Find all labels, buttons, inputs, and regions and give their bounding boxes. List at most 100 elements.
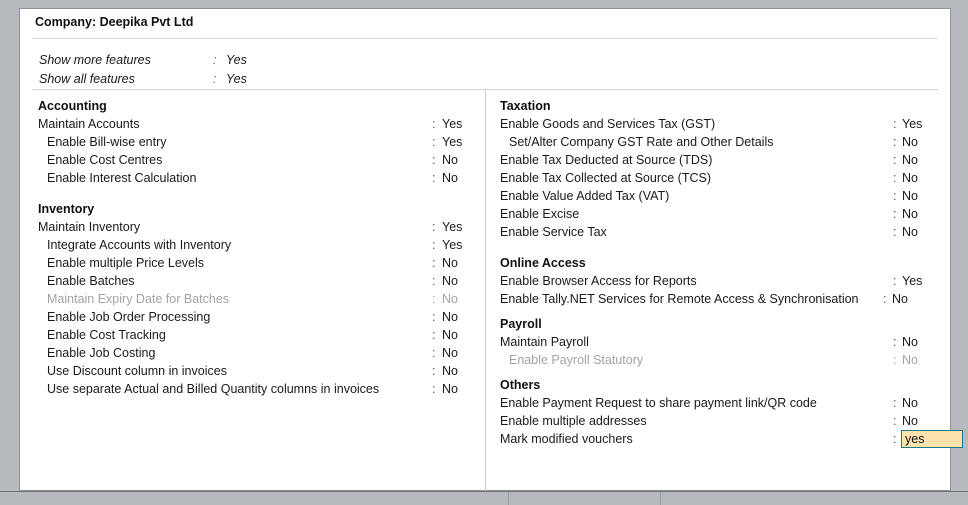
option-value[interactable]: No xyxy=(902,169,918,187)
option-separator: : xyxy=(432,135,436,149)
right-column: Taxation Enable Goods and Services Tax (G… xyxy=(500,97,963,448)
option-label: Enable Browser Access for Reports xyxy=(500,274,697,288)
option-separator: : xyxy=(432,220,436,234)
option-row-enable-service-tax[interactable]: Enable Service Tax: No xyxy=(500,223,942,241)
option-row-enable-tax-collected-at-source-tcs[interactable]: Enable Tax Collected at Source (TCS): No xyxy=(500,169,942,187)
option-label: Integrate Accounts with Inventory xyxy=(47,238,232,252)
option-value[interactable]: No xyxy=(442,272,458,290)
option-row-enable-tally-net-services-for-remote-access-synchronisation[interactable]: Enable Tally.NET Services for Remote Acc… xyxy=(500,290,942,308)
option-row-enable-multiple-addresses[interactable]: Enable multiple addresses: No xyxy=(500,412,942,430)
option-row-use-separate-actual-and-billed-quantity-columns-in-invoices[interactable]: Use separate Actual and Billed Quantity … xyxy=(38,380,480,398)
option-row-use-discount-column-in-invoices[interactable]: Use Discount column in invoices: No xyxy=(38,362,480,380)
option-row-enable-goods-and-services-tax-gst[interactable]: Enable Goods and Services Tax (GST): Yes xyxy=(500,115,942,133)
option-row-enable-value-added-tax-vat[interactable]: Enable Value Added Tax (VAT): No xyxy=(500,187,942,205)
option-label: Enable Tax Collected at Source (TCS) xyxy=(500,171,711,185)
option-label: Show more features xyxy=(39,53,151,67)
option-label: Enable multiple addresses xyxy=(500,414,647,428)
option-value[interactable]: No xyxy=(902,133,918,151)
option-label: Enable Cost Tracking xyxy=(47,328,166,342)
option-value[interactable]: No xyxy=(902,333,918,351)
option-value[interactable]: Yes xyxy=(442,115,462,133)
option-row-enable-payroll-statutory[interactable]: Enable Payroll Statutory: No xyxy=(500,351,942,369)
option-row-enable-cost-centres[interactable]: Enable Cost Centres: No xyxy=(38,151,480,169)
section-title-inventory: Inventory xyxy=(38,202,95,216)
option-label: Maintain Accounts xyxy=(38,117,140,131)
option-row-set-alter-company-gst-rate-and-other-details[interactable]: Set/Alter Company GST Rate and Other Det… xyxy=(500,133,942,151)
option-separator: : xyxy=(432,310,436,324)
option-label: Enable Payroll Statutory xyxy=(509,353,644,367)
option-row-enable-multiple-price-levels[interactable]: Enable multiple Price Levels: No xyxy=(38,254,480,272)
option-value[interactable]: Yes xyxy=(226,53,247,67)
option-row-enable-browser-access-for-reports[interactable]: Enable Browser Access for Reports: Yes xyxy=(500,272,942,290)
option-value[interactable]: No xyxy=(902,351,918,369)
option-row-maintain-accounts[interactable]: Maintain Accounts: Yes xyxy=(38,115,480,133)
section-title-others: Others xyxy=(500,378,541,392)
option-value[interactable]: No xyxy=(442,308,458,326)
option-row-enable-job-order-processing[interactable]: Enable Job Order Processing: No xyxy=(38,308,480,326)
option-value[interactable]: No xyxy=(902,223,918,241)
option-row-maintain-expiry-date-for-batches[interactable]: Maintain Expiry Date for Batches: No xyxy=(38,290,480,308)
option-value[interactable]: No xyxy=(442,254,458,272)
option-separator: : xyxy=(893,335,897,349)
option-row-mark-modified-vouchers[interactable]: Mark modified vouchers: yes xyxy=(500,430,963,448)
option-row-enable-interest-calculation[interactable]: Enable Interest Calculation: No xyxy=(38,169,480,187)
option-label: Enable Payment Request to share payment … xyxy=(500,396,817,410)
option-value-input[interactable]: yes xyxy=(901,430,963,448)
option-separator: : xyxy=(432,256,436,270)
option-label: Maintain Expiry Date for Batches xyxy=(47,292,230,306)
column-divider xyxy=(485,90,486,491)
status-bar-divider-2 xyxy=(660,492,661,505)
option-value[interactable]: No xyxy=(902,151,918,169)
option-separator: : xyxy=(213,53,217,67)
show-features-row-show-more-features[interactable]: Show more features: Yes xyxy=(39,53,439,72)
option-value[interactable]: No xyxy=(902,394,918,412)
option-label: Set/Alter Company GST Rate and Other Det… xyxy=(509,135,774,149)
option-value[interactable]: Yes xyxy=(226,72,247,86)
option-label: Enable Job Order Processing xyxy=(47,310,211,324)
option-value[interactable]: No xyxy=(902,412,918,430)
option-row-maintain-inventory[interactable]: Maintain Inventory: Yes xyxy=(38,218,480,236)
panel-header: Company: Deepika Pvt Ltd xyxy=(20,9,950,38)
option-label: Show all features xyxy=(39,72,135,86)
option-value[interactable]: No xyxy=(442,344,458,362)
option-value[interactable]: No xyxy=(442,380,458,398)
option-row-enable-payment-request-to-share-payment-link-qr-code[interactable]: Enable Payment Request to share payment … xyxy=(500,394,942,412)
desktop-background: Company: Deepika Pvt Ltd Show more featu… xyxy=(0,0,968,505)
option-row-enable-cost-tracking[interactable]: Enable Cost Tracking: No xyxy=(38,326,480,344)
option-value[interactable]: Yes xyxy=(442,236,462,254)
option-label: Enable Tally.NET Services for Remote Acc… xyxy=(500,292,859,306)
option-value[interactable]: No xyxy=(442,326,458,344)
option-value[interactable]: No xyxy=(902,205,918,223)
option-row-enable-excise[interactable]: Enable Excise: No xyxy=(500,205,942,223)
option-separator: : xyxy=(893,117,897,131)
option-separator: : xyxy=(432,382,436,396)
option-value[interactable]: Yes xyxy=(442,218,462,236)
option-separator: : xyxy=(883,292,887,306)
option-label: Maintain Inventory xyxy=(38,220,141,234)
option-separator: : xyxy=(893,225,897,239)
option-value[interactable]: No xyxy=(442,151,458,169)
section-title-payroll: Payroll xyxy=(500,317,542,331)
option-value[interactable]: No xyxy=(902,187,918,205)
option-separator: : xyxy=(893,432,897,446)
option-value[interactable]: No xyxy=(442,362,458,380)
option-row-enable-tax-deducted-at-source-tds[interactable]: Enable Tax Deducted at Source (TDS): No xyxy=(500,151,942,169)
option-separator: : xyxy=(432,238,436,252)
option-label: Mark modified vouchers xyxy=(500,432,633,446)
option-row-enable-job-costing[interactable]: Enable Job Costing: No xyxy=(38,344,480,362)
option-row-maintain-payroll[interactable]: Maintain Payroll: No xyxy=(500,333,942,351)
option-value[interactable]: Yes xyxy=(902,115,922,133)
option-separator: : xyxy=(432,328,436,342)
option-row-integrate-accounts-with-inventory[interactable]: Integrate Accounts with Inventory: Yes xyxy=(38,236,480,254)
option-separator: : xyxy=(432,117,436,131)
option-value[interactable]: No xyxy=(892,290,908,308)
option-row-enable-batches[interactable]: Enable Batches: No xyxy=(38,272,480,290)
option-value[interactable]: Yes xyxy=(442,133,462,151)
option-value[interactable]: No xyxy=(442,290,458,308)
option-separator: : xyxy=(893,414,897,428)
option-value[interactable]: No xyxy=(442,169,458,187)
option-value[interactable]: Yes xyxy=(902,272,922,290)
option-row-enable-bill-wise-entry[interactable]: Enable Bill-wise entry: Yes xyxy=(38,133,480,151)
